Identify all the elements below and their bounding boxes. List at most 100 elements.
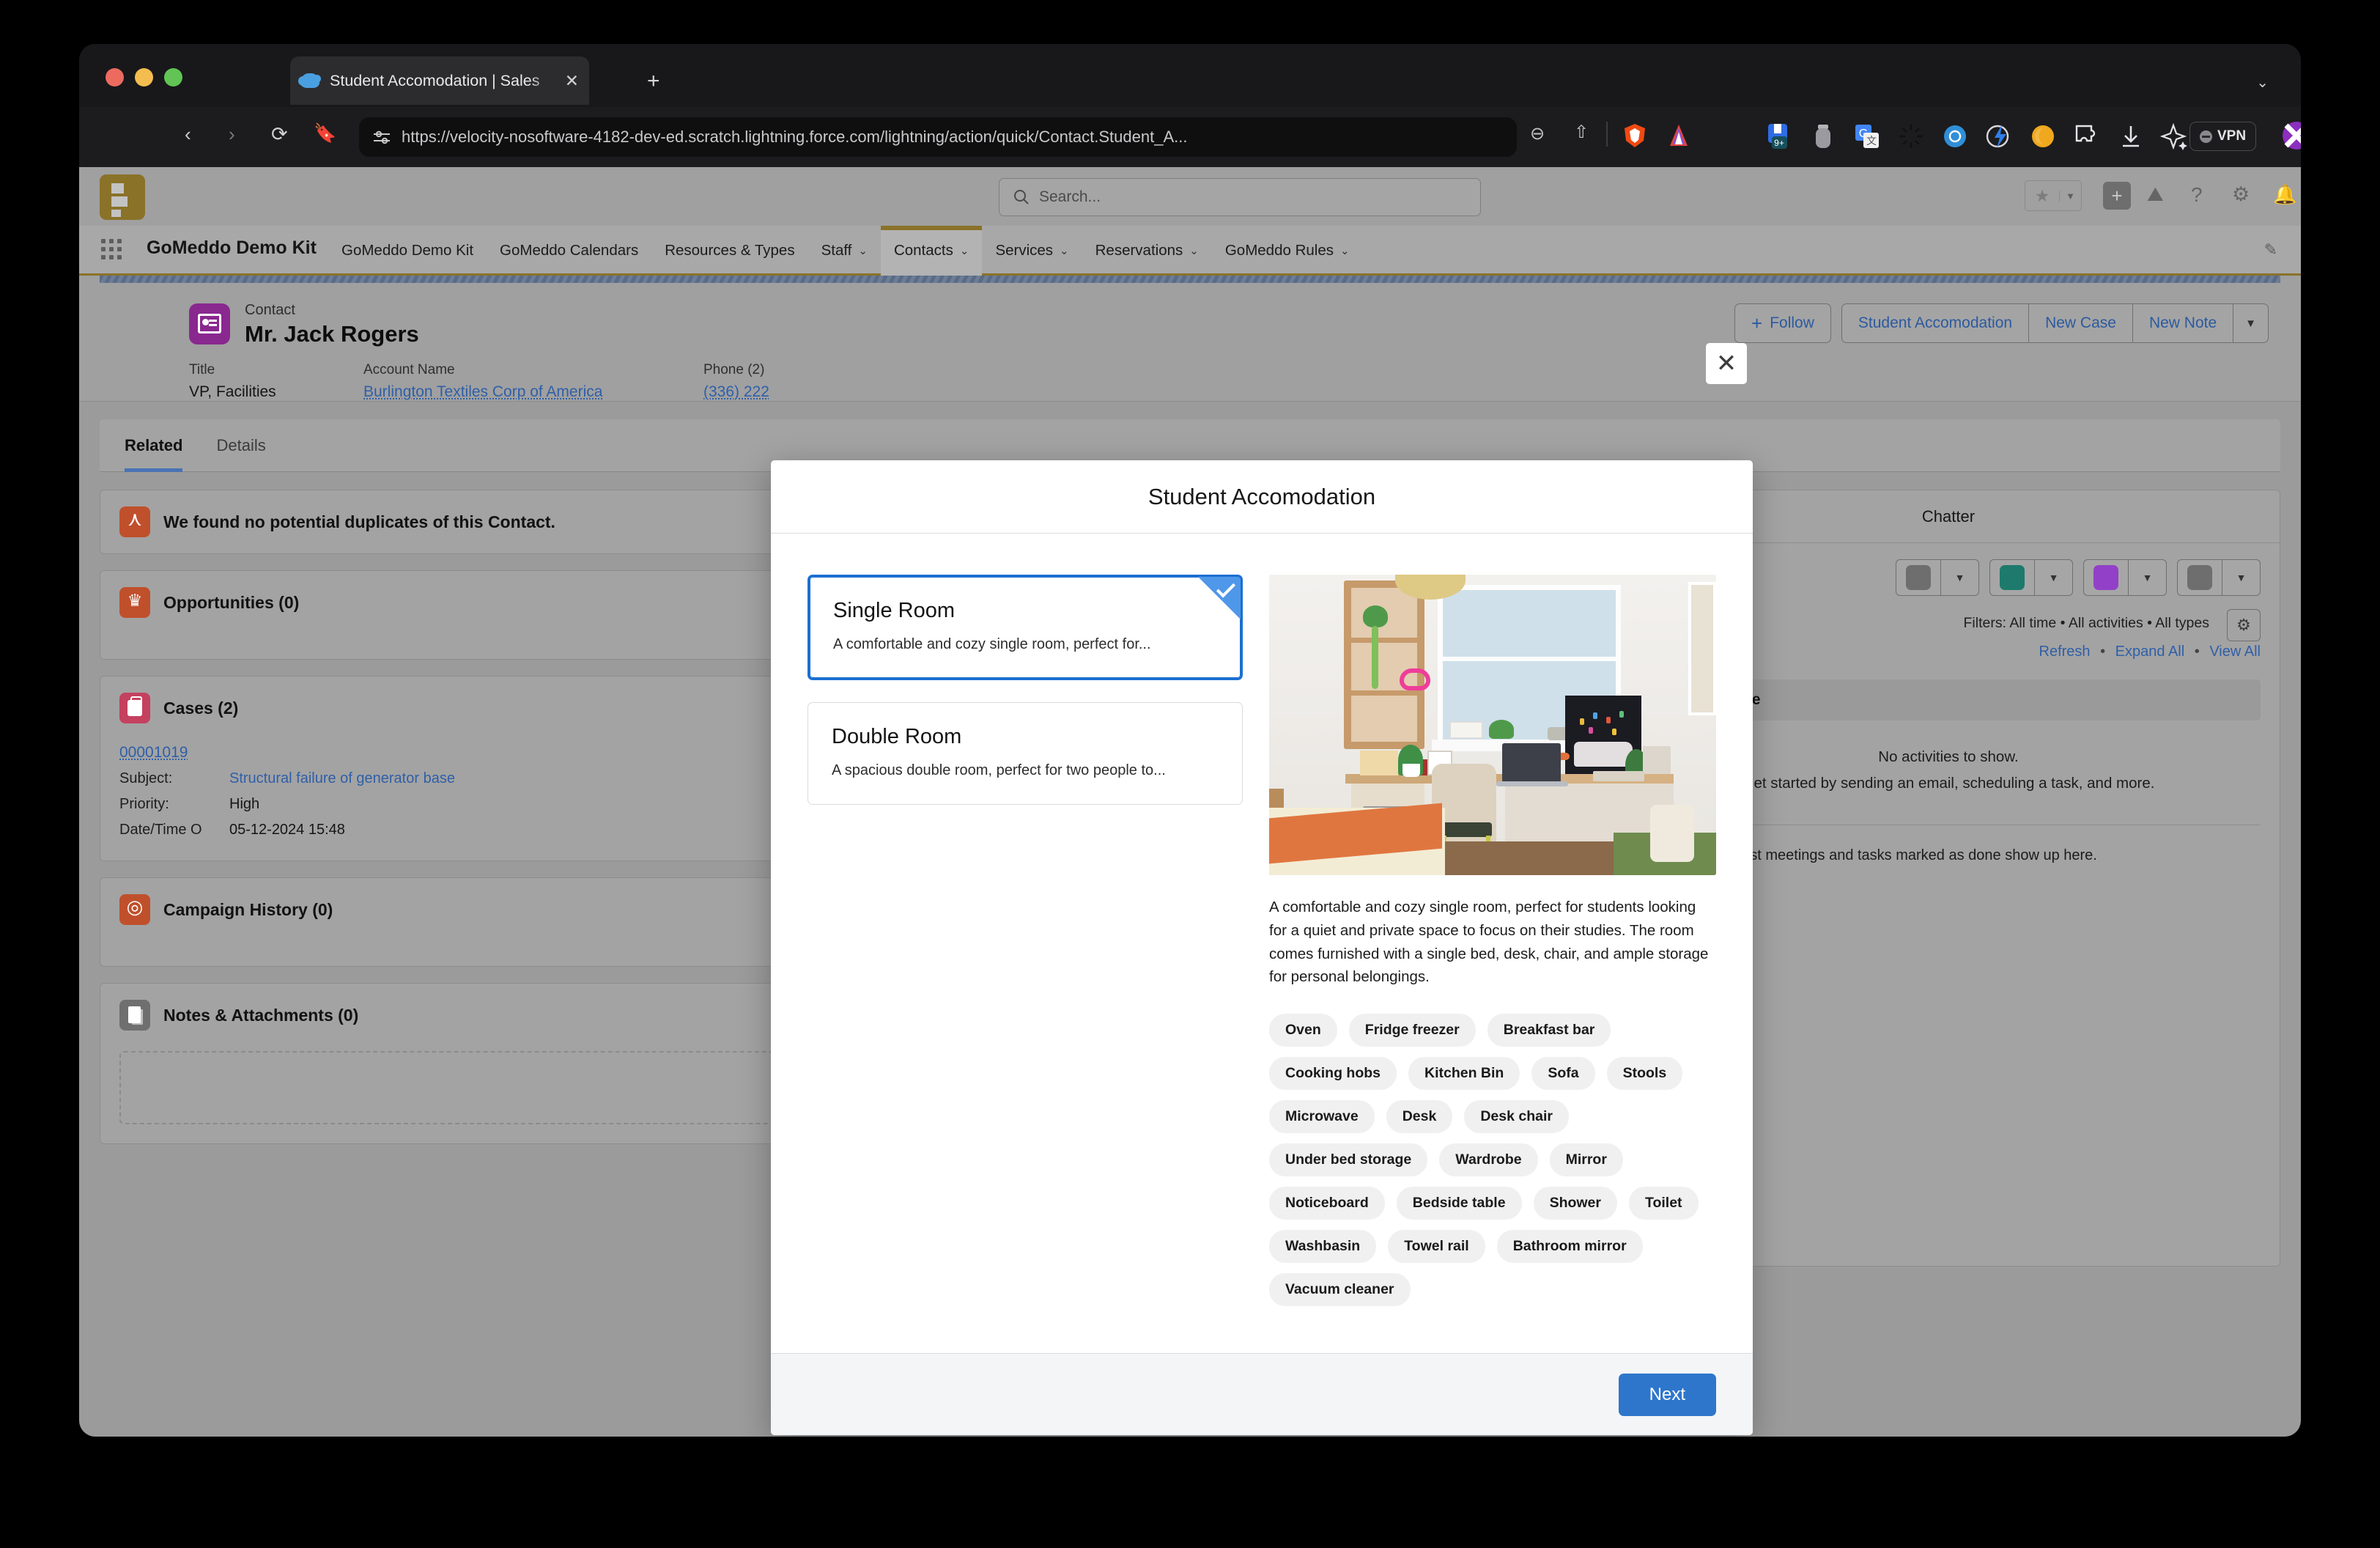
chevron-down-icon: ▼ (2143, 572, 2153, 583)
loading-spinner-icon[interactable] (1896, 122, 1926, 151)
log-call-caret[interactable]: ▼ (2035, 559, 2073, 596)
help-icon[interactable]: ? (2191, 183, 2203, 207)
nav-item-gomeddo-rules[interactable]: GoMeddo Rules ⌄ (1212, 226, 1363, 276)
nav-item-contacts[interactable]: Contacts ⌄ (881, 226, 982, 276)
setup-gear-icon[interactable]: ⚙ (2232, 183, 2250, 206)
room-option-double[interactable]: Double Room A spacious double room, perf… (808, 702, 1243, 805)
tab-close-icon[interactable]: ✕ (565, 73, 579, 89)
field-account-name: Account Name Burlington Textiles Corp of… (363, 362, 602, 401)
browser-window: Student Accomodation | Sales ✕ + ⌄ ‹ › ⟳… (79, 44, 2301, 1437)
ai-assistant-icon[interactable] (1665, 122, 1693, 150)
nav-item-services[interactable]: Services ⌄ (982, 226, 1082, 276)
address-bar[interactable]: https://velocity-nosoftware-4182-dev-ed.… (359, 117, 1517, 157)
nav-item-resources-types[interactable]: Resources & Types (651, 226, 808, 276)
new-task-group: ▼ (1896, 559, 1979, 596)
modal-title: Student Accomodation (1148, 484, 1375, 510)
mountain-app-icon[interactable]: ⛰ (2147, 183, 2164, 207)
share-icon[interactable]: ⇧ (1574, 122, 1589, 143)
notes-extension-icon[interactable]: 9+ (1764, 122, 1794, 151)
case-priority-value: High (229, 796, 259, 813)
forward-icon[interactable]: › (229, 125, 235, 144)
amenity-pill: Oven (1269, 1014, 1337, 1047)
nav-item-gomeddo-demo-kit[interactable]: GoMeddo Demo Kit (328, 226, 487, 276)
back-icon[interactable]: ‹ (185, 125, 191, 144)
app-launcher-icon[interactable] (101, 239, 125, 262)
amenity-pill: Desk chair (1464, 1100, 1569, 1133)
new-event-caret[interactable]: ▼ (2129, 559, 2167, 596)
app-logo-icon[interactable] (100, 174, 145, 220)
site-settings-icon[interactable] (372, 129, 391, 145)
modal-header: Student Accomodation (771, 460, 1753, 534)
view-all-link[interactable]: View All (2209, 644, 2261, 660)
download-icon[interactable] (2116, 122, 2146, 151)
modal-close-button[interactable]: ✕ (1706, 343, 1747, 384)
edit-page-pencil-icon[interactable]: ✎ (2264, 240, 2277, 259)
chevron-down-icon: ▼ (2049, 572, 2059, 583)
salesforce-inspector-icon[interactable] (1940, 122, 1970, 151)
quick-add-icon[interactable]: + (2103, 182, 2131, 210)
chevron-down-icon[interactable]: ⌄ (2256, 73, 2269, 92)
amenity-pill: Mirror (1550, 1143, 1623, 1176)
case-priority-label: Priority: (119, 796, 229, 813)
lightning-extension-icon[interactable] (1984, 122, 2014, 151)
browser-tab[interactable]: Student Accomodation | Sales ✕ (290, 56, 589, 105)
tab-details[interactable]: Details (216, 419, 265, 472)
link-separator: • (2195, 644, 2200, 660)
amenity-pill: Kitchen Bin (1408, 1057, 1520, 1090)
google-translate-icon[interactable]: G 文 (1852, 122, 1882, 151)
zoom-out-icon[interactable]: ⊖ (1530, 123, 1545, 144)
next-button[interactable]: Next (1619, 1374, 1716, 1416)
nav-item-staff[interactable]: Staff ⌄ (808, 226, 881, 276)
clock-extension-icon[interactable] (2028, 122, 2058, 151)
new-task-caret[interactable]: ▼ (1941, 559, 1979, 596)
amenity-pill: Bathroom mirror (1497, 1230, 1643, 1263)
vpn-status-button[interactable]: VPN (2189, 122, 2256, 151)
student-accomodation-button[interactable]: Student Accomodation (1841, 303, 2029, 343)
password-manager-icon[interactable] (1808, 122, 1838, 151)
more-actions-caret-icon[interactable]: ▼ (2233, 303, 2269, 343)
brave-shield-icon[interactable] (1621, 122, 1649, 150)
calendar-icon (2093, 565, 2118, 590)
notifications-bell-icon[interactable]: 🔔 (2273, 183, 2296, 206)
expand-all-link[interactable]: Expand All (2115, 644, 2185, 660)
puzzle-extensions-icon[interactable] (2072, 122, 2102, 151)
send-email-button[interactable] (2177, 559, 2222, 596)
tab-related[interactable]: Related (125, 419, 182, 472)
sparkle-ai-icon[interactable] (2160, 122, 2189, 151)
profile-avatar-icon[interactable] (2281, 120, 2301, 151)
room-option-single[interactable]: Single Room A comfortable and cozy singl… (808, 575, 1243, 680)
selected-corner-icon (1198, 577, 1241, 619)
bookmark-icon[interactable]: 🔖 (314, 125, 336, 143)
global-search-input[interactable]: Search... (999, 178, 1481, 216)
favorites-button[interactable]: ★ ▼ (2025, 180, 2082, 211)
nav-item-reservations[interactable]: Reservations ⌄ (1082, 226, 1212, 276)
log-call-group: ▼ (1989, 559, 2073, 596)
case-subject-link[interactable]: Structural failure of generator base (229, 770, 455, 787)
filters-gear-icon[interactable]: ⚙ (2227, 609, 2261, 641)
chevron-down-icon: ▼ (2236, 572, 2247, 583)
tab-chatter[interactable]: Chatter (1922, 507, 1975, 526)
case-number-link[interactable]: 00001019 (119, 744, 829, 762)
field-title: Title VP, Facilities (189, 362, 276, 401)
new-note-button[interactable]: New Note (2133, 303, 2233, 343)
new-event-button[interactable] (2083, 559, 2129, 596)
new-case-button[interactable]: New Case (2029, 303, 2133, 343)
phone-link[interactable]: (336) 222 (703, 383, 769, 401)
chevron-down-icon: ▼ (1955, 572, 1965, 583)
refresh-link[interactable]: Refresh (2039, 644, 2091, 660)
window-maximize-button[interactable] (164, 68, 182, 86)
window-minimize-button[interactable] (135, 68, 153, 86)
log-call-button[interactable] (1989, 559, 2035, 596)
chevron-down-icon: ⌄ (1189, 244, 1199, 257)
follow-button[interactable]: + Follow (1734, 303, 1831, 343)
amenity-pill: Stools (1607, 1057, 1683, 1090)
reload-icon[interactable]: ⟳ (271, 125, 288, 144)
notes-title: Notes & Attachments (0) (163, 1006, 358, 1025)
window-close-button[interactable] (106, 68, 124, 86)
plus-icon: + (1751, 314, 1762, 333)
send-email-caret[interactable]: ▼ (2222, 559, 2261, 596)
new-tab-button[interactable]: + (647, 70, 660, 92)
nav-item-gomeddo-calendars[interactable]: GoMeddo Calendars (487, 226, 651, 276)
new-task-button[interactable] (1896, 559, 1941, 596)
account-name-link[interactable]: Burlington Textiles Corp of America (363, 383, 602, 401)
